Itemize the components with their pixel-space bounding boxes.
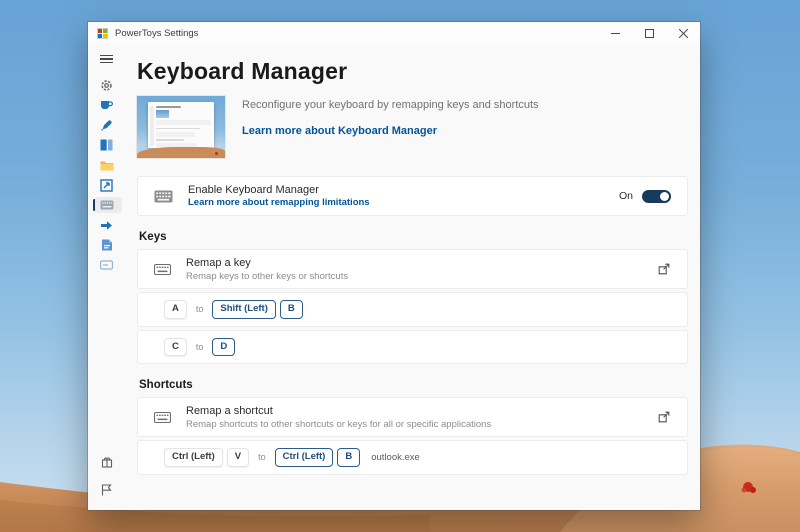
sidebar-item-whats-new[interactable]	[88, 452, 125, 472]
sidebar-item-file-explorer[interactable]	[88, 155, 125, 175]
keyboard-icon	[154, 190, 173, 203]
minimize-button[interactable]	[598, 22, 632, 44]
key-mapping-row: Ato Shift (Left)B	[137, 292, 688, 327]
launch-icon	[657, 410, 671, 424]
key-mapping-row: Cto D	[137, 330, 688, 365]
page-description: Reconfigure your keyboard by remapping k…	[242, 99, 539, 111]
sidebar-item-color-picker[interactable]	[88, 115, 125, 135]
source-key-chip: Ctrl (Left)	[164, 448, 223, 467]
target-key-chip: B	[337, 448, 360, 467]
preview-flower	[215, 152, 218, 155]
sidebar-item-powerrename[interactable]	[88, 235, 125, 255]
powertoys-settings-window: PowerToys Settings	[88, 22, 700, 510]
enable-title: Enable Keyboard Manager	[188, 184, 370, 196]
source-key-chip: A	[164, 300, 187, 319]
shortcuts-section-label: Shortcuts	[139, 379, 686, 391]
titlebar[interactable]: PowerToys Settings	[88, 22, 700, 44]
window-title: PowerToys Settings	[115, 28, 198, 39]
resize-arrows-icon	[100, 179, 113, 192]
main-content: Keyboard Manager	[125, 44, 700, 510]
enable-keyboard-manager-card: Enable Keyboard Manager Learn more about…	[137, 176, 688, 216]
remap-key-title: Remap a key	[186, 257, 348, 269]
page-title: Keyboard Manager	[137, 58, 688, 85]
target-app-label: outlook.exe	[371, 452, 420, 463]
remapping-limitations-link[interactable]: Learn more about remapping limitations	[188, 197, 370, 208]
remap-a-shortcut-card[interactable]: Remap a shortcut Remap shortcuts to othe…	[137, 397, 688, 437]
search-box-icon	[100, 260, 113, 270]
sidebar-item-image-resizer[interactable]	[88, 175, 125, 195]
target-key-chip: Shift (Left)	[212, 300, 276, 319]
preview-grass	[137, 147, 225, 158]
remap-key-subtitle: Remap keys to other keys or shortcuts	[186, 271, 348, 282]
open-remap-key-button[interactable]	[657, 262, 671, 276]
coffee-cup-icon	[100, 99, 113, 111]
powertoys-app-icon	[97, 28, 108, 39]
gear-icon	[100, 79, 113, 92]
enable-toggle[interactable]	[642, 190, 671, 203]
sidebar-item-powertoys-run[interactable]	[88, 255, 125, 275]
sidebar-item-awake[interactable]	[88, 95, 125, 115]
arrow-right-icon	[100, 220, 113, 231]
close-icon	[679, 29, 688, 38]
sidebar-item-fancyzones[interactable]	[88, 135, 125, 155]
about-section: Reconfigure your keyboard by remapping k…	[137, 96, 688, 158]
maximize-icon	[645, 29, 654, 38]
keyboard-icon	[100, 200, 114, 210]
learn-more-link[interactable]: Learn more about Keyboard Manager	[242, 125, 437, 137]
source-key-chip: C	[164, 338, 187, 357]
close-button[interactable]	[666, 22, 700, 44]
launch-icon	[657, 262, 671, 276]
open-remap-shortcut-button[interactable]	[657, 410, 671, 424]
sidebar-item-feedback[interactable]	[88, 480, 125, 500]
to-label: to	[196, 304, 204, 314]
shortcut-mapping-row: Ctrl (Left)VtoCtrl (Left)Boutlook.exe	[137, 440, 688, 475]
module-preview-image	[137, 96, 225, 158]
to-label: to	[196, 342, 204, 352]
sidebar	[88, 44, 125, 510]
maximize-button[interactable]	[632, 22, 666, 44]
keyboard-outline-icon	[154, 412, 171, 423]
sidebar-item-general[interactable]	[88, 75, 125, 95]
target-key-chip: D	[212, 338, 235, 357]
to-label: to	[258, 452, 266, 462]
source-key-chip: V	[227, 448, 249, 467]
folder-icon	[100, 160, 114, 171]
flag-icon	[101, 484, 112, 496]
remap-a-key-card[interactable]: Remap a key Remap keys to other keys or …	[137, 249, 688, 289]
window-layout-icon	[100, 139, 113, 151]
window-controls	[598, 22, 700, 44]
keys-section-label: Keys	[139, 231, 686, 243]
toggle-state-label: On	[619, 190, 633, 202]
remap-shortcut-subtitle: Remap shortcuts to other shortcuts or ke…	[186, 419, 491, 430]
sidebar-item-keyboard-manager[interactable]	[88, 195, 125, 215]
rename-file-icon	[101, 239, 113, 251]
remap-shortcut-title: Remap a shortcut	[186, 405, 491, 417]
sidebar-item-mouse-utilities[interactable]	[88, 215, 125, 235]
target-key-chip: Ctrl (Left)	[275, 448, 334, 467]
sidebar-bottom	[88, 452, 125, 500]
minimize-icon	[611, 29, 620, 38]
gift-box-icon	[101, 456, 113, 468]
target-key-chip: B	[280, 300, 303, 319]
preview-mini-window	[148, 102, 214, 148]
eyedropper-icon	[100, 119, 113, 132]
toggle-knob	[660, 192, 669, 201]
keyboard-outline-icon	[154, 264, 171, 275]
hamburger-menu-button[interactable]	[88, 51, 125, 67]
